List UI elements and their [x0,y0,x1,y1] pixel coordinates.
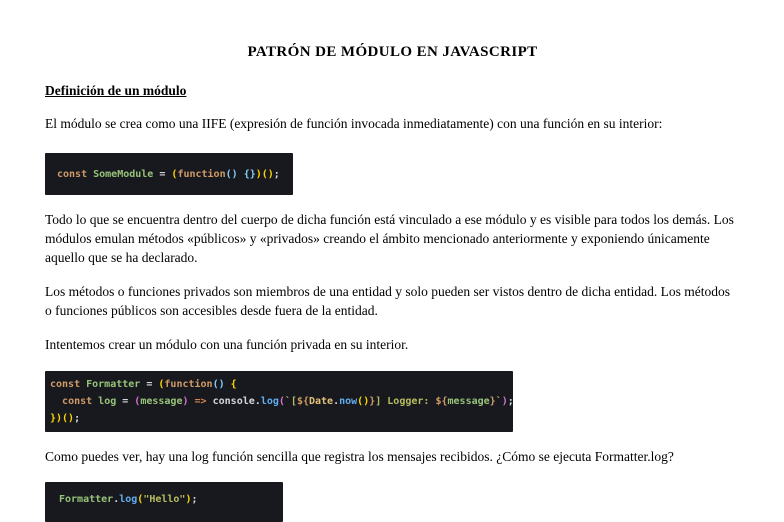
paragraph-how-to-run-log: Como puedes ver, hay una log función sen… [45,449,674,464]
code-line: })(); [50,413,81,424]
paragraph-private-public-methods: Los métodos o funciones privados son mie… [45,284,730,318]
code-block-formatter-log-call: Formatter.log("Hello"); [45,482,283,522]
section-heading-definicion: Definición de un módulo [45,83,187,98]
code-block-some-module: const SomeModule = (function() {})(); [45,153,293,195]
document-page: PATRÓN DE MÓDULO EN JAVASCRIPT Definició… [0,44,784,522]
document-content: PATRÓN DE MÓDULO EN JAVASCRIPT Definició… [0,44,784,522]
paragraph-scope-explanation: Todo lo que se encuentra dentro del cuer… [45,212,734,265]
paragraph-lets-create-module: Intentemos crear un módulo con una funci… [45,337,409,352]
code-block-formatter-module: const Formatter = (function() { const lo… [45,371,513,432]
code-line: Formatter.log("Hello"); [59,494,198,505]
code-line: const log = (message) => console.log(`[$… [62,396,513,407]
code-line: const SomeModule = (function() {})(); [57,169,280,180]
page-title: PATRÓN DE MÓDULO EN JAVASCRIPT [247,44,538,60]
paragraph-iife-intro: El módulo se crea como una IIFE (expresi… [45,116,663,131]
code-line: const Formatter = (function() { [50,379,237,390]
